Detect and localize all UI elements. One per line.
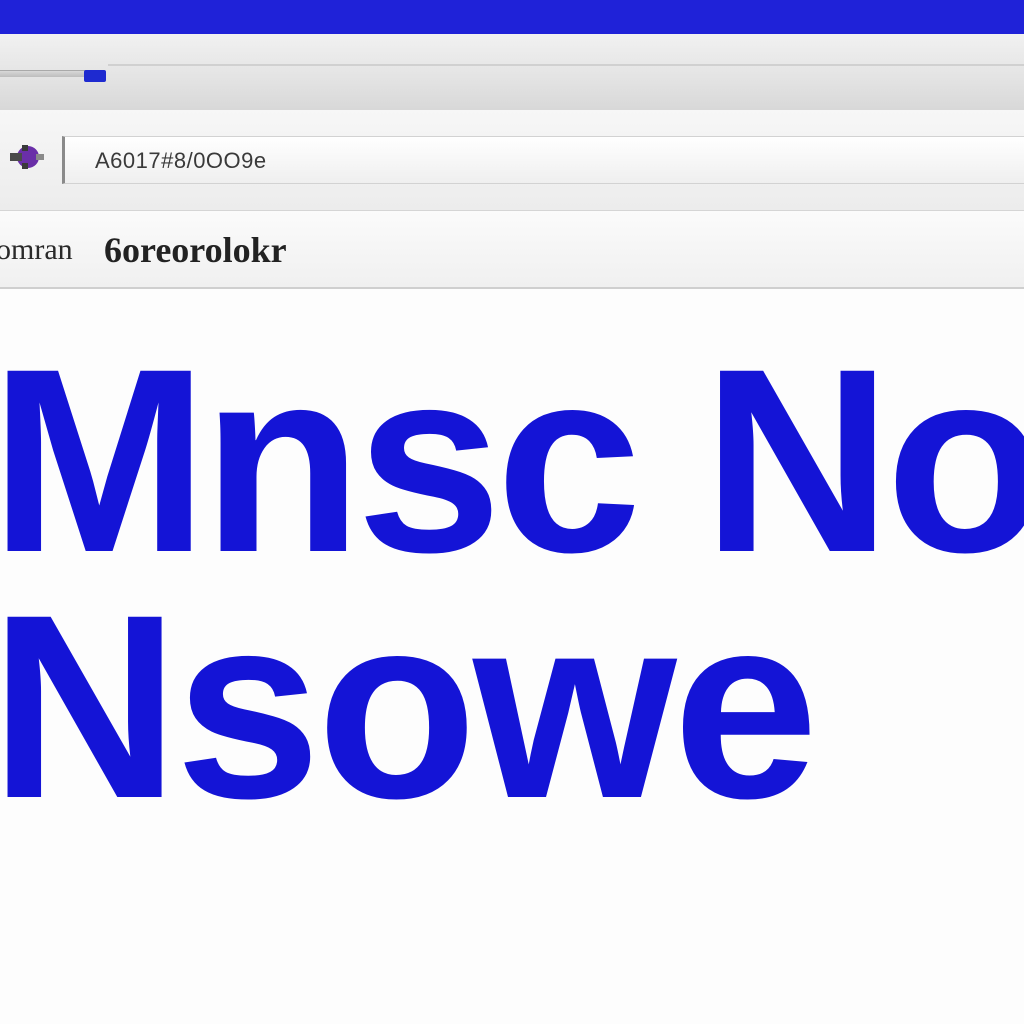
tab-strip (0, 34, 1024, 111)
headline-line-1: Mnsc No (0, 314, 1024, 607)
puzzle-extension-icon[interactable] (6, 140, 46, 174)
title-bar[interactable] (0, 0, 1024, 34)
address-bar[interactable]: A6017#8/0OO9e (62, 136, 1024, 184)
browser-window: A6017#8/0OO9e omran 6oreorolokr Mnsc No … (0, 0, 1024, 1024)
address-text: A6017#8/0OO9e (95, 148, 267, 173)
headline-line-2: Nsowe (0, 560, 818, 853)
bookmarks-bar: omran 6oreorolokr (0, 211, 1024, 289)
toolbar: A6017#8/0OO9e (0, 110, 1024, 211)
bookmark-item[interactable]: omran (0, 233, 73, 267)
page-content: Mnsc No Nsowe (0, 290, 1024, 1024)
tab-strip-divider (108, 64, 1024, 66)
tab-indicator[interactable] (84, 70, 106, 82)
bookmark-item[interactable]: 6oreorolokr (104, 229, 287, 271)
